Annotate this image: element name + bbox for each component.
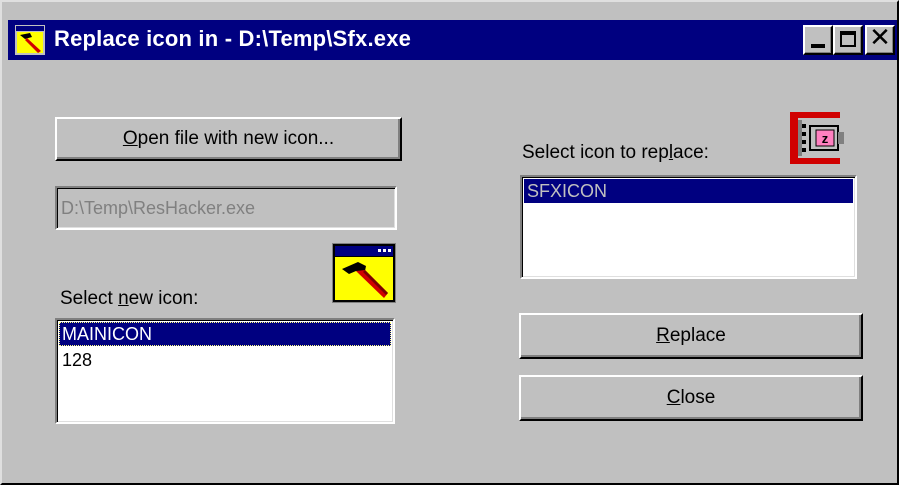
close-accel: C (666, 387, 681, 408)
maximize-icon (840, 31, 856, 47)
minimize-icon (811, 44, 825, 48)
clamp-icon: z (790, 112, 844, 164)
replace-button-label: Replace (521, 315, 861, 357)
replace-accel: R (656, 325, 670, 346)
close-button-label: Close (521, 377, 861, 419)
file-path-value: D:\Temp\ResHacker.exe (61, 198, 256, 218)
select-new-label-post: ew icon: (128, 288, 199, 309)
list-item[interactable]: 128 (59, 348, 391, 372)
svg-text:z: z (822, 131, 829, 146)
new-icon-list[interactable]: MAINICON 128 (55, 318, 395, 424)
replace-label-rest: eplace (669, 325, 726, 346)
select-new-label-accel: n (118, 288, 129, 309)
minimize-button[interactable] (803, 25, 833, 55)
list-item[interactable]: MAINICON (59, 322, 391, 346)
open-file-button[interactable]: Open file with new icon... (55, 117, 402, 161)
list-item[interactable]: SFXICON (524, 179, 853, 203)
close-icon: ✕ (869, 23, 891, 53)
open-file-button-label: Open file with new icon... (57, 119, 400, 159)
select-new-icon-label: Select new icon: (60, 288, 198, 310)
close-window-button[interactable]: ✕ (865, 25, 895, 55)
select-icon-to-replace-label: Select icon to replace: (522, 142, 709, 164)
maximize-button[interactable] (833, 25, 863, 55)
select-new-label-pre: Select (60, 288, 119, 309)
select-replace-label-pre: Select icon to rep (522, 142, 669, 163)
hammer-icon (332, 243, 396, 303)
close-button[interactable]: Close (519, 375, 863, 421)
replace-icon-dialog: Replace icon in - D:\Temp\Sfx.exe ✕ Open… (0, 0, 899, 485)
file-path-field: D:\Temp\ResHacker.exe (55, 186, 397, 230)
replace-button[interactable]: Replace (519, 313, 863, 359)
open-file-accel: O (122, 128, 138, 149)
window-title: Replace icon in - D:\Temp\Sfx.exe (54, 26, 412, 51)
close-label-rest: lose (680, 387, 716, 408)
resource-hacker-app-icon (15, 25, 45, 55)
select-replace-label-post: ace: (673, 142, 709, 163)
open-file-label-rest: pen file with new icon... (137, 128, 335, 149)
replace-icon-list[interactable]: SFXICON (520, 175, 857, 279)
title-bar[interactable]: Replace icon in - D:\Temp\Sfx.exe ✕ (8, 20, 897, 60)
